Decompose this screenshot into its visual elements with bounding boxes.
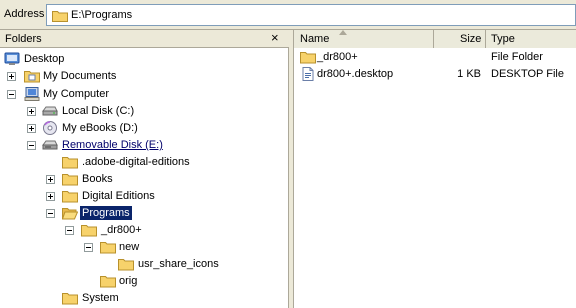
computer-icon [24,87,40,101]
folders-pane-header: Folders × [0,30,289,48]
collapse-icon[interactable] [27,141,36,150]
tree-item-removable-disk-e[interactable]: Removable Disk (E:) [0,137,289,153]
tree-item-label: My eBooks (D:) [62,122,138,134]
folders-pane: Folders × Desktop My Documents My Comput… [0,30,289,308]
address-input[interactable]: E:\Programs [46,4,576,26]
tree-item-label: usr_share_icons [138,258,219,270]
file-size: 1 KB [457,68,481,80]
tree-item-adobe-digital-editions[interactable]: .adobe-digital-editions [0,154,289,170]
tree-item-programs[interactable]: Programs [0,205,289,221]
file-type: File Folder [491,51,543,63]
tree-item-new[interactable]: new [0,239,289,255]
column-header-size[interactable]: Size [434,30,486,48]
tree-item-books[interactable]: Books [0,171,289,187]
collapse-icon[interactable] [7,90,16,99]
tree-item-my-documents[interactable]: My Documents [0,68,289,84]
tree-item-dr800[interactable]: _dr800+ [0,222,289,238]
collapse-icon[interactable] [84,243,93,252]
column-header-label: Type [491,33,515,45]
folder-icon [62,293,78,305]
column-header-type[interactable]: Type [486,30,576,48]
folder-icon [300,52,316,64]
tree-item-system[interactable]: System [0,290,289,306]
expand-icon[interactable] [46,175,55,184]
folder-icon [62,157,78,169]
expand-icon[interactable] [27,107,36,116]
tree-item-label: Programs [80,206,132,220]
file-name: dr800+.desktop [317,68,394,80]
file-list-pane: Name Size Type _dr800+ File Folder dr800… [293,30,576,308]
tree-item-digital-editions[interactable]: Digital Editions [0,188,289,204]
folder-icon [81,225,97,237]
close-icon[interactable]: × [271,31,279,45]
column-headers: Name Size Type [294,30,576,48]
tree-item-label: _dr800+ [101,224,142,236]
tree-item-label: Digital Editions [82,190,155,202]
tree-item-label: My Computer [43,88,110,100]
tree-item-local-disk-c[interactable]: Local Disk (C:) [0,103,289,119]
tree-item-label: Local Disk (C:) [62,105,135,117]
removable-disk-icon [42,140,58,150]
desktop-icon [4,52,20,65]
sort-ascending-icon [339,30,347,35]
folder-icon [62,191,78,203]
tree-item-desktop[interactable]: Desktop [0,51,289,67]
folder-icon [52,11,68,22]
tree-item-label: new [119,241,140,253]
tree-item-label: Desktop [24,53,65,65]
open-folder-icon [62,208,78,220]
expand-icon[interactable] [46,192,55,201]
tree-item-label: My Documents [43,70,117,82]
file-type: DESKTOP File [491,68,564,80]
folder-icon [118,259,134,271]
file-list-row[interactable]: _dr800+ File Folder [294,49,576,65]
address-label: Address [4,8,45,20]
file-size [434,50,481,64]
folder-icon [62,174,78,186]
file-list-row[interactable]: dr800+.desktop 1 KB DESKTOP File [294,66,576,82]
address-path: E:\Programs [71,9,133,21]
file-name: _dr800+ [317,51,358,63]
tree-item-my-ebooks-d[interactable]: My eBooks (D:) [0,120,289,136]
collapse-icon[interactable] [46,209,55,218]
tree-item-label: Removable Disk (E:) [62,139,163,151]
folder-icon [100,242,116,254]
expand-icon[interactable] [7,72,16,81]
tree-item-usr-share-icons[interactable]: usr_share_icons [0,256,289,272]
address-bar: Address E:\Programs [0,0,576,30]
tree-item-label: orig [119,275,138,287]
expand-icon[interactable] [27,124,36,133]
cd-drive-icon [43,121,57,135]
tree-item-my-computer[interactable]: My Computer [0,86,289,102]
column-header-name[interactable]: Name [294,30,434,48]
tree-item-label: System [82,292,119,304]
file-icon [302,67,314,81]
column-header-label: Name [300,33,330,45]
tree-item-label: Books [82,173,113,185]
hard-disk-icon [42,106,58,116]
collapse-icon[interactable] [65,226,74,235]
folder-icon [100,276,116,288]
tree-item-orig[interactable]: orig [0,273,289,289]
tree-item-label: .adobe-digital-editions [82,156,190,168]
my-documents-icon [24,71,40,83]
folders-pane-title: Folders [5,33,42,45]
column-header-label: Size [460,33,482,45]
